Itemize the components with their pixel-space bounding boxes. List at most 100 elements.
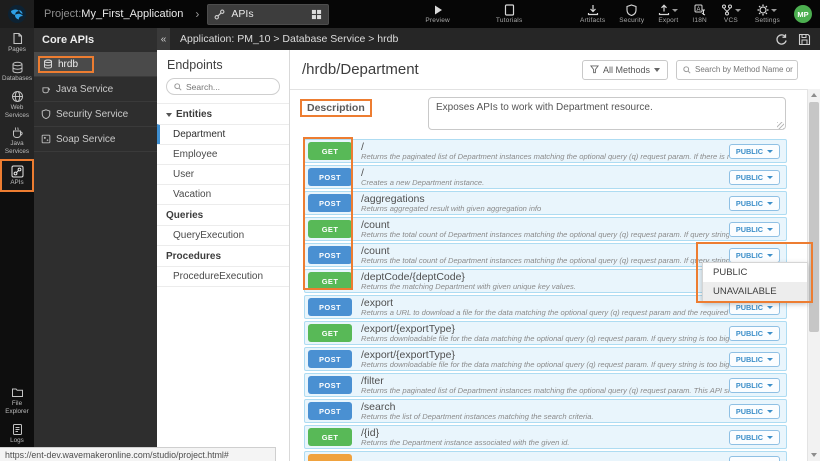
endpoint-item-employee[interactable]: Employee — [157, 144, 289, 164]
caret-down-icon — [767, 332, 773, 335]
caret-down-icon — [654, 68, 660, 72]
play-icon — [432, 4, 444, 16]
dropdown-option-public[interactable]: PUBLIC — [703, 263, 807, 282]
access-dropdown-button[interactable]: PUBLIC — [729, 404, 780, 419]
core-api-item-security-service[interactable]: Security Service — [34, 102, 157, 127]
sidebar-item-java-services[interactable]: Java Services — [0, 122, 34, 159]
sidebar-item-web-services[interactable]: Web Services — [0, 86, 34, 123]
endpoint-item-vacation[interactable]: Vacation — [157, 184, 289, 204]
api-endpoint-row[interactable]: POST /aggregations Returns aggregated re… — [304, 191, 787, 215]
sidebar-item-file-explorer[interactable]: File Explorer — [0, 382, 34, 419]
wavemaker-logo[interactable] — [0, 0, 34, 28]
caret-down-icon — [767, 254, 773, 257]
http-method-badge: GET — [308, 272, 352, 290]
core-api-item-java-service[interactable]: Java Service — [34, 77, 157, 102]
access-dropdown-button[interactable]: PUBLIC — [729, 196, 780, 211]
dropdown-option-unavailable[interactable]: UNAVAILABLE — [703, 282, 807, 301]
endpoint-description: Returns the paginated list of Department… — [361, 153, 729, 162]
core-api-item-label: Soap Service — [56, 134, 115, 145]
settings-button[interactable]: Settings — [755, 4, 780, 24]
endpoint-item-procedureexecution[interactable]: ProcedureExecution — [157, 266, 289, 287]
shield-icon — [626, 4, 637, 16]
endpoint-item-department[interactable]: Department — [157, 124, 289, 144]
shield-icon — [41, 109, 51, 119]
endpoints-search-input[interactable] — [186, 82, 266, 92]
folder-icon — [11, 386, 24, 399]
api-endpoint-row[interactable]: POST /search Returns the list of Departm… — [304, 399, 787, 423]
endpoint-path: /{id} — [361, 427, 729, 439]
access-dropdown-button[interactable]: PUBLIC — [729, 222, 780, 237]
coffee-icon — [41, 84, 51, 94]
security-button[interactable]: Security — [619, 4, 644, 24]
scrollbar-thumb[interactable] — [809, 102, 819, 332]
caret-down-icon — [767, 176, 773, 179]
all-methods-filter-button[interactable]: All Methods — [582, 60, 668, 80]
core-api-item-hrdb[interactable]: hrdb — [34, 52, 157, 77]
access-dropdown-button[interactable]: PUBLIC — [729, 456, 780, 461]
sidebar-item-logs[interactable]: Logs — [0, 419, 34, 448]
endpoints-group-entities[interactable]: Entities — [157, 103, 289, 124]
artifacts-button[interactable]: Artifacts — [580, 4, 605, 24]
endpoint-description: Returns downloadable file for the data m… — [361, 335, 729, 344]
access-dropdown-button[interactable]: PUBLIC — [729, 326, 780, 341]
vcs-button[interactable]: VCS — [721, 4, 741, 24]
preview-button[interactable]: Preview — [425, 4, 450, 24]
access-dropdown-button[interactable]: PUBLIC — [729, 352, 780, 367]
api-endpoint-row[interactable]: GET /{id} Returns the Department instanc… — [304, 425, 787, 449]
api-endpoint-row[interactable]: GET / Returns the paginated list of Depa… — [304, 139, 787, 163]
api-endpoint-row[interactable]: GET /count Returns the total count of De… — [304, 217, 787, 241]
tutorials-button[interactable]: Tutorials — [496, 4, 522, 24]
access-dropdown-menu: PUBLIC UNAVAILABLE — [702, 262, 808, 302]
access-dropdown-button[interactable]: PUBLIC — [729, 378, 780, 393]
endpoints-search[interactable] — [166, 78, 280, 95]
endpoint-description: Returns the list of Department instances… — [361, 413, 729, 422]
endpoints-group-queries[interactable]: Queries — [157, 204, 289, 225]
access-dropdown-button[interactable]: PUBLIC — [729, 248, 780, 263]
api-endpoint-row[interactable]: GET /export/{exportType} Returns downloa… — [304, 321, 787, 345]
api-endpoint-row[interactable]: POST /export/{exportType} Returns downlo… — [304, 347, 787, 371]
upload-icon — [658, 4, 670, 16]
api-endpoint-row[interactable]: POST /filter Returns the paginated list … — [304, 373, 787, 397]
scroll-up-arrow[interactable] — [808, 89, 820, 101]
access-dropdown-button[interactable]: PUBLIC — [729, 170, 780, 185]
api-icon — [11, 165, 24, 178]
sidebar-item-apis[interactable]: APIs — [0, 159, 34, 192]
tab-apis[interactable]: APIs — [207, 4, 329, 25]
export-button[interactable]: Export — [658, 4, 678, 24]
description-section: Description Exposes APIs to work with De… — [290, 90, 820, 138]
i18n-button[interactable]: A I18N — [692, 4, 707, 24]
endpoint-description: Returns the paginated list of Department… — [361, 387, 729, 396]
description-textarea[interactable]: Exposes APIs to work with Department res… — [428, 97, 786, 130]
http-method-badge: GET — [308, 324, 352, 342]
endpoint-description: Returns downloadable file for the data m… — [361, 361, 729, 370]
access-dropdown-button[interactable]: PUBLIC — [729, 144, 780, 159]
method-search-input[interactable] — [695, 65, 795, 74]
sidebar-item-pages[interactable]: Pages — [0, 28, 34, 57]
vertical-scrollbar[interactable] — [807, 89, 820, 461]
logs-icon — [11, 423, 24, 436]
refresh-icon[interactable] — [775, 33, 788, 46]
collapse-panel-button[interactable]: « — [157, 28, 170, 50]
http-method-badge: GET — [308, 428, 352, 446]
user-avatar[interactable]: MP — [794, 5, 812, 23]
access-value: PUBLIC — [736, 147, 763, 156]
core-apis-title: Core APIs — [34, 28, 157, 52]
globe-icon — [11, 90, 24, 103]
save-icon[interactable] — [798, 33, 811, 46]
endpoints-group-procedures[interactable]: Procedures — [157, 245, 289, 266]
endpoint-item-user[interactable]: User — [157, 164, 289, 184]
search-icon — [683, 66, 691, 74]
api-endpoint-row[interactable]: POST / Creates a new Department instance… — [304, 165, 787, 189]
access-dropdown-button[interactable]: PUBLIC — [729, 430, 780, 445]
api-endpoint-row[interactable]: PUT PUBLIC — [304, 451, 787, 461]
method-search[interactable] — [676, 60, 798, 80]
project-name[interactable]: Project:My_First_Application — [44, 8, 183, 20]
core-api-item-soap-service[interactable]: Soap Service — [34, 127, 157, 152]
caret-down-icon — [735, 9, 741, 12]
caret-down-icon — [767, 202, 773, 205]
endpoint-item-queryexecution[interactable]: QueryExecution — [157, 225, 289, 245]
sidebar-item-databases[interactable]: Databases — [0, 57, 34, 86]
breadcrumb: Application: PM_10 > Database Service > … — [180, 33, 398, 45]
soap-icon — [41, 134, 51, 144]
grid-icon[interactable] — [311, 9, 322, 20]
